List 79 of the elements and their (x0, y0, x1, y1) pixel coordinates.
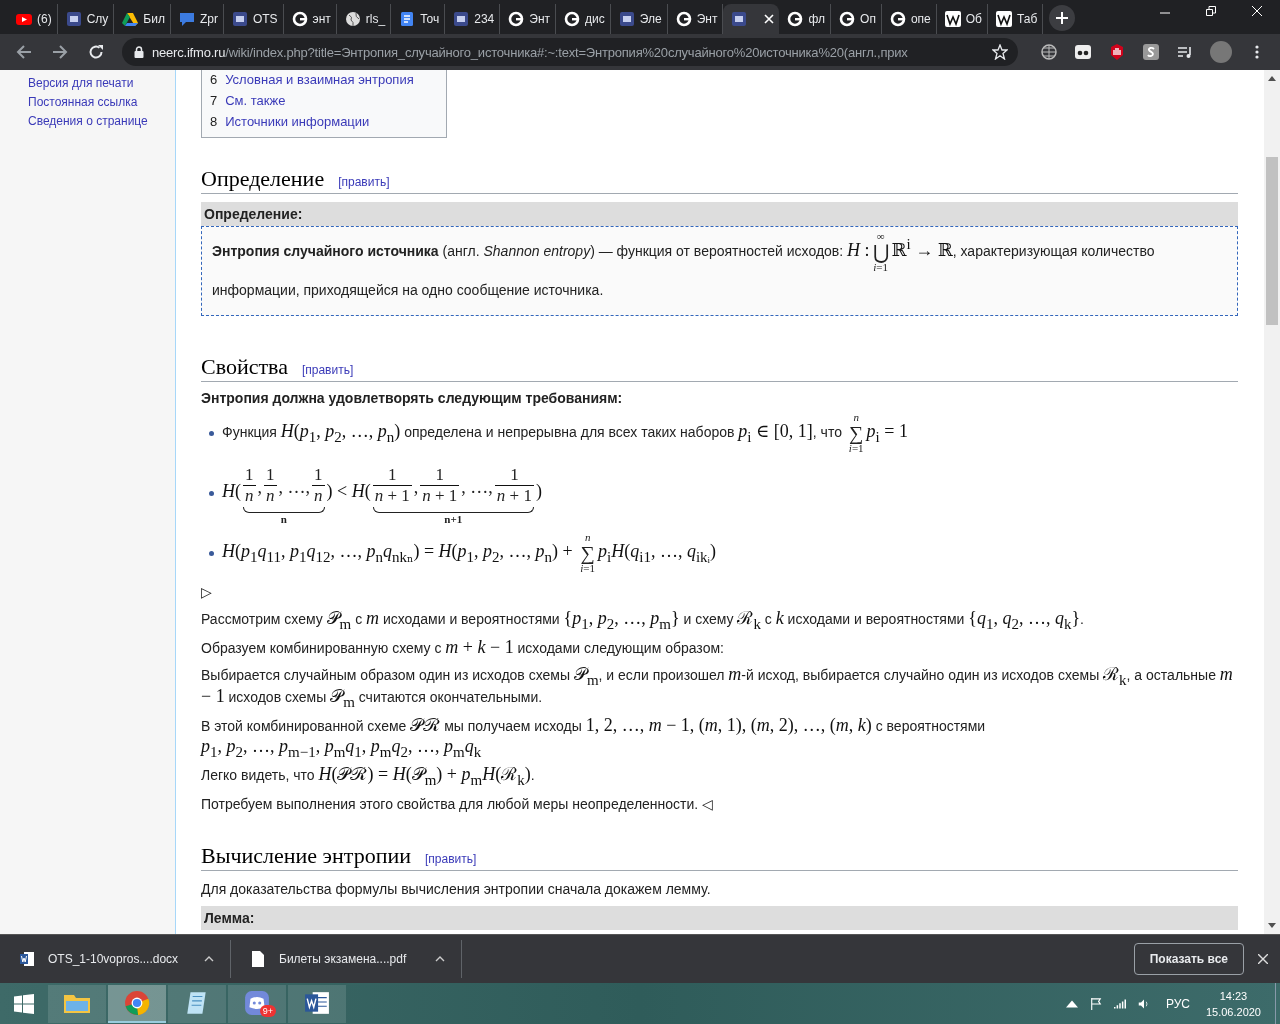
edit-link[interactable]: [править] (425, 852, 477, 867)
clock[interactable]: 14:23 15.06.2020 (1205, 987, 1261, 1020)
requirements-heading: Энтропия должна удовлетворять следующим требованиям: (201, 390, 624, 406)
triangle-icon (122, 11, 139, 27)
bullet-icon (209, 550, 214, 556)
browser-tab[interactable] (723, 4, 780, 34)
toc-link[interactable]: Источники информации (225, 114, 370, 129)
search-engine-icon (839, 11, 856, 27)
globe-icon (344, 11, 361, 27)
definition-text: Энтропия случайного источника (англ. Shannon entropy) — функция от вероятностей исходов: H : ∞ ⋃ i=1 ℝ$^{i}$ → ℝ, характеризующая количество информации, приходящейся на одно сообщение источника. (212, 231, 1156, 300)
edit-link[interactable]: [править] (301, 363, 354, 377)
download-item[interactable]: Билеты экзамена....pdf (231, 940, 462, 978)
wiki-icon (995, 11, 1012, 27)
chevron-up-icon[interactable] (435, 956, 445, 962)
chat-icon (178, 11, 195, 27)
site-icon (731, 11, 748, 27)
site-icon (231, 11, 248, 27)
search-engine-icon (564, 11, 581, 27)
taskbar-app[interactable] (288, 984, 346, 1023)
word-file-icon (20, 951, 34, 967)
taskbar-app[interactable]: 9+ (228, 984, 286, 1023)
site-icon (618, 11, 635, 27)
chevron-up-icon[interactable] (204, 956, 214, 962)
plus-icon (1056, 12, 1069, 24)
toc-link[interactable]: Условная и взаимная энтропия (225, 72, 414, 87)
document-icon (399, 11, 416, 27)
download-item[interactable]: OTS_1-10vopros....docx (0, 940, 231, 978)
paragraph: Образуем комбинированную схему с m + k − 1 исходами следующим образом: (201, 637, 725, 659)
paragraph: Выбирается случайным образом один из исходов схемы 𝒫$_{m}$, и если произошел m-й исход, выбирается случайно один из исходов схемы ℛ$_{k}$, а остальные m − 1 исходов схемы 𝒫$_{m}$ считаются окончательными. (201, 664, 1234, 710)
lock-icon (134, 46, 144, 58)
bullet-icon (209, 430, 214, 436)
section-heading: Вычисление энтропии (201, 843, 412, 870)
scroll-up-icon[interactable] (1268, 76, 1276, 81)
show-all-button[interactable]: Показать все (1133, 943, 1244, 975)
new-tab-button[interactable] (1049, 5, 1076, 31)
language-indicator[interactable]: РУС (1165, 996, 1190, 1011)
formula-item: H(p$_{1}$q$_{11}$, p$_{1}$q$_{12}$, …, p$_{n}$q$_{nkₙ}$) = H(p$_{1}$, p$_{2}$, …, p$_{n}$) + n ∑ i=1 p$_{i}$H(q$_{i1}$, …, q$_{ikᵢ}$) (222, 532, 716, 575)
toc-number: 7 (210, 93, 218, 108)
taskbar-app[interactable] (48, 984, 106, 1023)
paragraph: Рассмотрим схему 𝒫$_{m}$ с m исходами и вероятностями {p$_{1}$, p$_{2}$, …, p$_{m}$} и схему ℛ$_{k}$ с k исходами и вероятностями {q$_{1}$, q$_{2}$, …, q$_{k}$}. (201, 609, 1085, 632)
section-heading: Свойства (201, 354, 288, 380)
formula-item: Функция H(p$_{1}$, p$_{2}$, …, p$_{n}$) определена и непрерывна для всех таких наборов p$_{i}$ ∈ [0, 1], что n ∑ i=1 p$_{i}$ = 1 (222, 412, 908, 454)
chat-app-icon (243, 989, 271, 1016)
scrollbar-thumb[interactable] (1266, 157, 1278, 325)
taskbar-app[interactable] (108, 984, 166, 1023)
section-heading: Определение (201, 166, 325, 192)
close-icon[interactable] (1258, 954, 1268, 964)
edit-link[interactable]: [править] (338, 175, 390, 189)
site-icon (453, 11, 470, 27)
search-engine-icon (675, 11, 692, 27)
toc-number: 6 (210, 72, 218, 87)
profile-avatar[interactable] (1210, 41, 1232, 63)
search-engine-icon (787, 11, 804, 27)
paragraph: ▷ (201, 583, 213, 603)
paragraph: Для доказательства формулы вычисления энтропии сначала докажем лемму. (201, 880, 712, 900)
sidebar-link[interactable]: Постоянная ссылка (28, 95, 175, 110)
search-engine-icon (508, 11, 525, 27)
address-bar[interactable]: neerc.ifmo.ru/wiki/index.php?title=Энтропия_случайного_источника#:~:text=Энтропия%20случайного%20источника%20(англ.,прих (122, 38, 1018, 66)
bullet-icon (209, 490, 214, 496)
site-icon (65, 11, 82, 27)
star-icon[interactable] (992, 44, 1008, 60)
browser-icon (123, 989, 151, 1016)
paragraph: Потребуем выполнения этого свойства для любой меры неопределенности. ◁ (201, 795, 715, 815)
sidebar-link[interactable]: Версия для печати (28, 76, 175, 91)
sidebar-link[interactable]: Сведения о странице (28, 114, 175, 129)
paragraph: В этой комбинированной схеме 𝒫ℛ мы получаем исходы 1, 2, …, m − 1, (m, 1), (m, 2), …, (m, k) с вероятностями p$_{1}$, p$_{2}$, …, p$_{m−1}$, p$_{m}$q$_{1}$, p$_{m}$q$_{2}$, …, p$_{m}$q$_{k}$ (201, 715, 987, 760)
box-header: Лемма: (201, 906, 1238, 931)
search-engine-icon (291, 11, 308, 27)
file-icon (251, 951, 265, 967)
paragraph: Легко видеть, что H(𝒫ℛ) = H(𝒫$_{m}$) + p$_{m}$H(ℛ$_{k}$). (201, 765, 536, 789)
scroll-down-icon[interactable] (1268, 923, 1276, 928)
box-header: Определение: (201, 202, 1238, 226)
taskbar-app[interactable] (168, 984, 226, 1023)
toc-number: 8 (210, 114, 218, 129)
toc-link[interactable]: См. также (225, 93, 286, 108)
search-engine-icon (889, 11, 906, 27)
word-icon (303, 989, 331, 1016)
video-icon (16, 11, 32, 27)
wiki-icon (944, 11, 961, 27)
